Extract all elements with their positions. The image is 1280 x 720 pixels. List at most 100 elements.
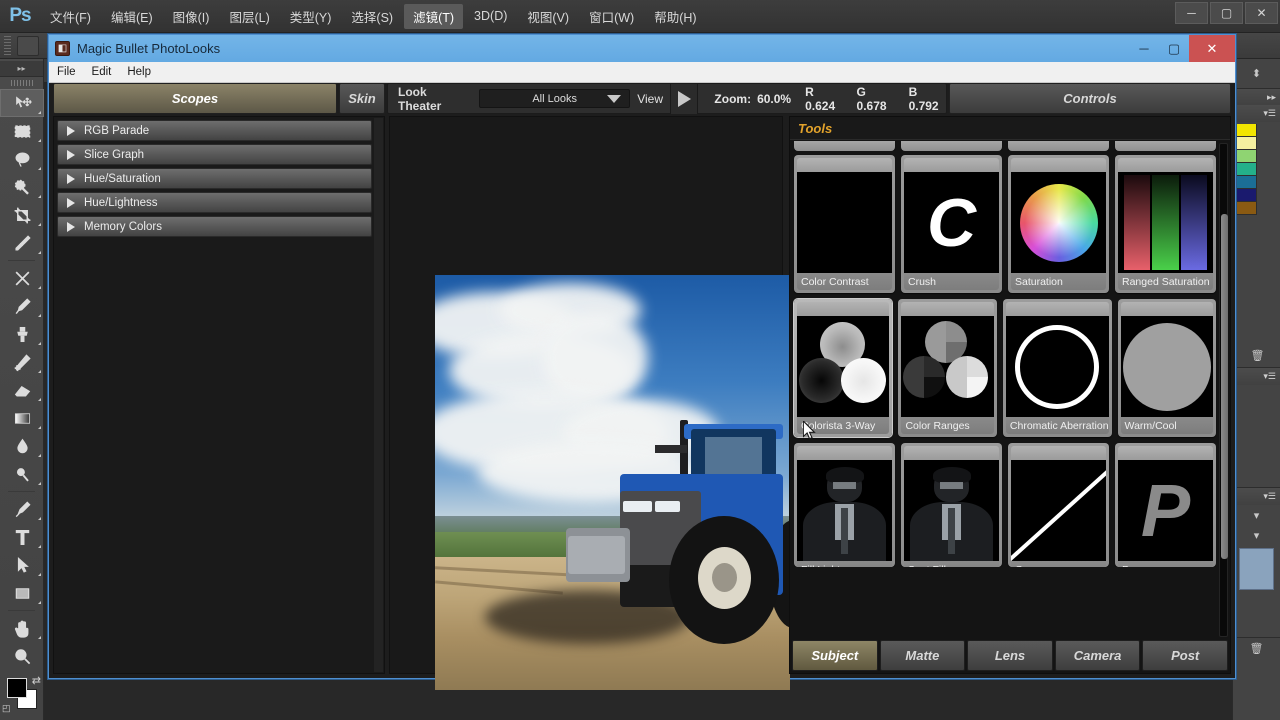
scope-item-slice-graph[interactable]: Slice Graph [57,144,372,165]
brush-tool[interactable] [0,292,44,320]
foreground-background-color[interactable]: ⇄ ◰ [0,674,44,714]
tool-card-colorista-3-way[interactable]: Colorista 3-Way [794,299,893,437]
tool-card-offscreen[interactable] [1115,141,1216,151]
dialog-close-button[interactable]: ✕ [1189,35,1235,62]
swatch-green[interactable] [1235,150,1257,163]
tab-lens[interactable]: Lens [967,640,1053,671]
menu-item-view[interactable]: 视图(V) [518,4,578,29]
swatch-pale-yellow[interactable] [1235,137,1257,150]
dock-swatches-panel[interactable]: ▾☰ 🗑 [1233,105,1280,368]
tool-card-saturation[interactable]: Saturation [1008,155,1109,293]
hand-tool[interactable] [0,614,44,642]
swatch-yellow[interactable] [1235,124,1257,137]
menu-item-filter[interactable]: 滤镜(T) [404,3,464,29]
menu-item-file[interactable]: 文件(F) [41,4,100,29]
dodge-tool[interactable] [0,460,44,488]
swatch-teal[interactable] [1235,163,1257,176]
tab-matte[interactable]: Matte [879,640,966,671]
lasso-tool[interactable] [0,145,44,173]
dock-expand-icon[interactable]: ▸▸ [1233,89,1280,106]
tab-subject[interactable]: Subject [792,640,878,671]
path-selection-tool[interactable] [0,551,44,579]
tool-card-pop[interactable]: P Pop [1115,443,1216,567]
dialog-title-bar[interactable]: ◧ Magic Bullet PhotoLooks ─ ▢ ✕ [49,35,1235,62]
dialog-minimize-button[interactable]: ─ [1129,35,1159,62]
menu-item-3d[interactable]: 3D(D) [465,6,516,26]
dialog-menu-edit[interactable]: Edit [92,66,112,78]
layer-blend-dropdown[interactable]: ▾ [1233,505,1280,525]
layers-panel-menu-icon[interactable]: ▾☰ [1233,488,1280,505]
layer-opacity-dropdown[interactable]: ▾ [1233,525,1280,545]
menu-item-type[interactable]: 类型(Y) [281,4,341,29]
eyedropper-tool[interactable] [0,229,44,257]
menu-item-help[interactable]: 帮助(H) [645,4,705,29]
zoom-tool[interactable] [0,642,44,670]
menu-item-image[interactable]: 图像(I) [164,4,219,29]
tab-camera[interactable]: Camera [1054,640,1141,671]
dock-adjustments-panel[interactable]: ▾☰ [1233,368,1280,488]
menu-item-edit[interactable]: 编辑(E) [102,4,162,29]
tools-scrollbar-thumb[interactable] [1221,214,1228,559]
delete-layer-icon[interactable]: 🗑 [1233,638,1280,658]
toolbar-collapse-button[interactable]: ▸▸ [0,61,43,77]
move-tool[interactable] [0,89,44,117]
tab-post[interactable]: Post [1142,640,1228,671]
dock-footer[interactable]: 🗑 [1233,638,1280,720]
scopes-scrollbar[interactable] [374,118,383,672]
pen-tool[interactable] [0,495,44,523]
tools-scrollbar[interactable] [1219,143,1228,637]
crop-tool[interactable] [0,201,44,229]
tool-card-offscreen[interactable] [901,141,1002,151]
eraser-tool[interactable] [0,376,44,404]
clone-stamp-tool[interactable] [0,320,44,348]
dock-navigator-panel[interactable]: ⬍ [1233,59,1280,89]
menu-item-layer[interactable]: 图层(L) [220,4,278,29]
ps-maximize-button[interactable]: ▢ [1210,2,1243,24]
tab-scopes[interactable]: Scopes [53,83,337,114]
menu-item-window[interactable]: 窗口(W) [580,4,643,29]
type-tool[interactable] [0,523,44,551]
tool-card-offscreen[interactable] [1008,141,1109,151]
preview-image[interactable] [435,275,790,690]
ps-minimize-button[interactable]: ─ [1175,2,1208,24]
tool-card-color-contrast[interactable]: Color Contrast [794,155,895,293]
swatch-brown[interactable] [1235,202,1257,215]
scope-item-hue-lightness[interactable]: Hue/Lightness [57,192,372,213]
blur-tool[interactable] [0,432,44,460]
rectangle-tool[interactable] [0,579,44,607]
swatches-panel-menu-icon[interactable]: ▾☰ [1233,105,1280,122]
dock-expand-button[interactable]: ▸▸ [1233,89,1280,106]
swatches-list[interactable]: 🗑 [1233,122,1280,367]
tool-card-color-ranges[interactable]: Color Ranges [898,299,997,437]
tool-card-spot-fill[interactable]: Spot Fill [901,443,1002,567]
tool-card-ranged-saturation[interactable]: Ranged Saturation [1115,155,1216,293]
navigator-stepper-icon[interactable]: ⬍ [1233,59,1280,87]
tab-controls[interactable]: Controls [949,83,1231,114]
tool-card-offscreen[interactable] [794,141,895,151]
menu-item-select[interactable]: 选择(S) [342,4,402,29]
layer-thumbnail[interactable] [1239,548,1274,590]
tool-card-fill-light[interactable]: Fill Light [794,443,895,567]
healing-brush-tool[interactable] [0,264,44,292]
gradient-tool[interactable] [0,404,44,432]
options-bar-grip[interactable] [4,35,11,56]
swap-colors-icon[interactable]: ⇄ [32,674,41,687]
foreground-color-swatch[interactable] [7,678,27,698]
dock-layers-panel[interactable]: ▾☰ ▾ ▾ [1233,488,1280,638]
move-tool-options-icon[interactable] [17,35,39,56]
tool-card-curves[interactable]: Curves [1008,443,1109,567]
dialog-menu-file[interactable]: File [57,66,76,78]
view-label[interactable]: View [630,92,670,106]
tool-card-warm-cool[interactable]: Warm/Cool [1117,299,1216,437]
adjustments-panel-menu-icon[interactable]: ▾☰ [1233,368,1280,385]
dialog-maximize-button[interactable]: ▢ [1159,35,1189,62]
dialog-menu-help[interactable]: Help [127,66,151,78]
swatch-navy[interactable] [1235,189,1257,202]
quick-mask-toggle[interactable] [0,714,44,720]
toolbar-grip[interactable] [0,77,43,89]
history-brush-tool[interactable] [0,348,44,376]
tool-card-crush[interactable]: C Crush [901,155,1002,293]
scope-item-hue-saturation[interactable]: Hue/Saturation [57,168,372,189]
delete-swatch-icon[interactable]: 🗑 [1235,345,1280,365]
scope-item-rgb-parade[interactable]: RGB Parade [57,120,372,141]
